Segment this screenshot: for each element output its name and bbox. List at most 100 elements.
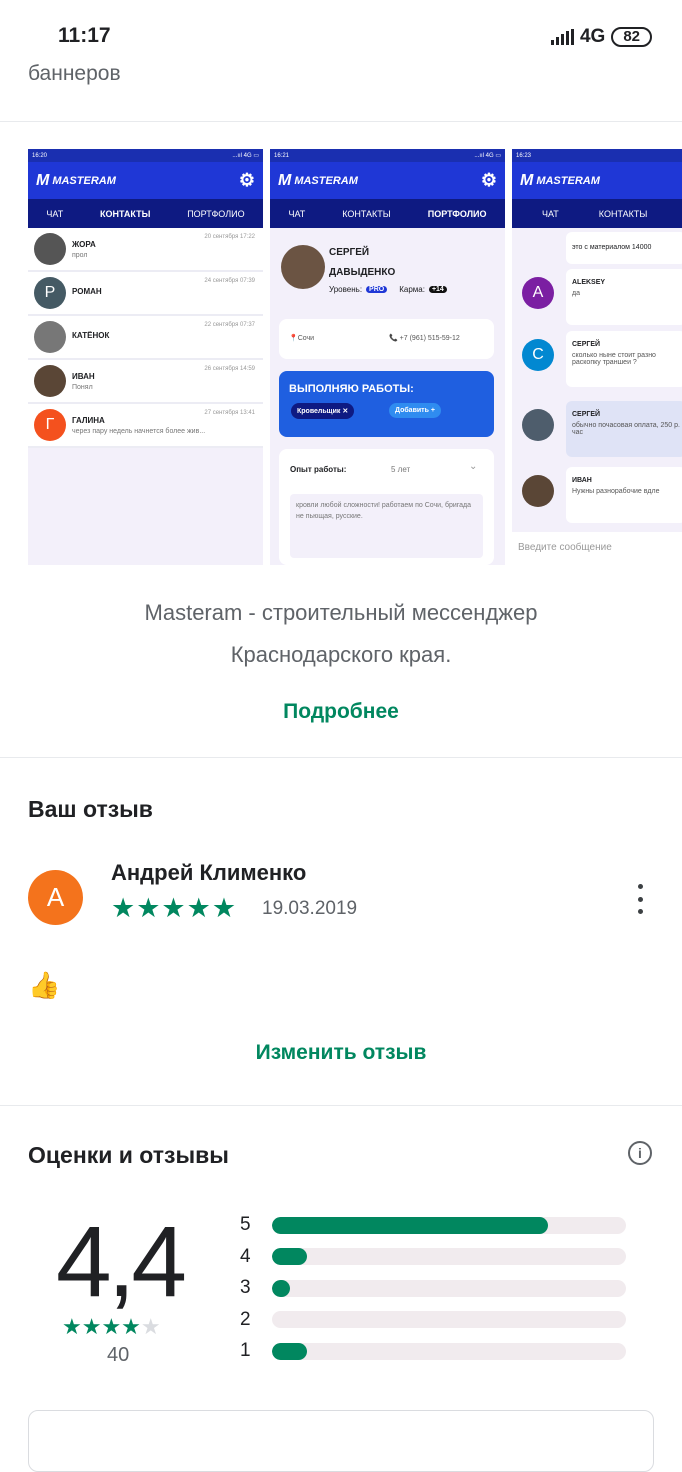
profile-level: Уровень: PRO Карма: +14 (329, 285, 447, 294)
avatar (34, 321, 66, 353)
app-screenshot-3[interactable]: 16:23 M MASTERAM ЧАТ КОНТАКТЫ это с матер… (512, 149, 682, 565)
contact-date: 20 сентября 17:22 (204, 234, 255, 240)
profile-surname: ДАВЫДЕНКО (329, 267, 396, 278)
your-review-title: Ваш отзыв (28, 796, 153, 822)
more-vert-icon[interactable] (630, 884, 650, 914)
tab-chat: ЧАТ (288, 208, 306, 219)
sender-name: ALEKSEY (572, 279, 606, 286)
tab-portfolio: ПОРТФОЛИО (187, 208, 245, 219)
bar-track (272, 1311, 626, 1328)
review-card[interactable] (28, 1410, 654, 1472)
battery-icon: 82 (611, 27, 652, 47)
tab-contacts: КОНТАКТЫ (342, 208, 391, 219)
bar-track (272, 1248, 626, 1265)
divider (0, 121, 682, 122)
rating-bar-row: 4 (240, 1246, 626, 1268)
review-date: 19.03.2019 (262, 898, 358, 919)
tab-portfolio: ПОРТФОЛИО (427, 208, 487, 219)
contact-message: прол (72, 251, 88, 259)
masteram-logo: M MASTERAM (520, 171, 600, 189)
masteram-logo: M MASTERAM (36, 171, 116, 189)
avatar: А (28, 870, 83, 925)
phone-icon: 📞 +7 (961) 515-59-12 (389, 335, 460, 342)
bar-label: 1 (240, 1340, 251, 1361)
contact-name: ГАЛИНА (72, 415, 105, 425)
contact-name: ИВАН (72, 371, 95, 381)
more-link[interactable]: Подробнее (0, 700, 682, 724)
ratings-count: 40 (107, 1344, 130, 1366)
chat-message: ALEKSEY да (566, 269, 682, 325)
contact-row: Р РОМАН 24 сентября 07:39 (28, 272, 263, 316)
add-work-button: Добавить + (389, 403, 441, 418)
contact-name: ЖОРА (72, 239, 96, 249)
bar-label: 3 (240, 1277, 251, 1298)
rating-bar-row: 5 (240, 1214, 626, 1236)
contact-date: 26 сентября 14:59 (204, 366, 255, 372)
contact-message: через пару недель начнется более жив... (72, 427, 206, 435)
review-stars: ★★★★★ (111, 893, 238, 923)
bar-track (272, 1279, 626, 1297)
tab-contacts: КОНТАКТЫ (99, 208, 151, 219)
bar-label: 5 (240, 1214, 251, 1235)
chat-message: СЕРГЕЙ сколько ныне стоит разно раскопку … (566, 331, 682, 387)
app-description: Masteram - строительный мессенджер Красн… (144, 600, 538, 667)
chat-message: это с материалом 14000 (566, 232, 682, 264)
bar-fill (272, 1248, 308, 1265)
message-text: Нужны разнорабочие вдле (572, 488, 660, 495)
contact-date: 22 сентября 07:37 (204, 322, 255, 328)
avatar (34, 233, 66, 265)
avatar (522, 409, 554, 441)
rating-bar-row: 3 (240, 1277, 626, 1299)
bar-label: 4 (240, 1245, 251, 1267)
ratings-title: Оценки и отзывы (28, 1142, 229, 1168)
contact-row: КАТЁНОК 22 сентября 07:37 (28, 316, 263, 360)
network-type: 4G (579, 26, 606, 47)
profile-avatar (281, 245, 325, 289)
rating-stars: ★★★★★ (62, 1314, 161, 1339)
divider (0, 757, 682, 758)
message-text: сколько ныне стоит разно раскопку транше… (572, 352, 656, 366)
message-text: да (572, 290, 580, 297)
review-author: Андрей Клименко (111, 860, 307, 885)
bar-label: 2 (240, 1308, 251, 1330)
contact-name: КАТЁНОК (72, 331, 110, 340)
edit-review-button[interactable]: Изменить отзыв (0, 1041, 682, 1065)
bar-track (272, 1342, 626, 1360)
chat-message: СЕРГЕЙ обычно почасовая оплата, 250 р. ча… (566, 401, 682, 457)
sender-name: ИВАН (572, 477, 592, 484)
contact-list: ЖОРА прол 20 сентября 17:22 Р РОМАН 24 сентяб… (28, 228, 263, 448)
tab-chat: ЧАТ (46, 208, 64, 219)
status-indicators: 4G 82 (550, 26, 652, 48)
chevron-down-icon: ⌄ (469, 461, 478, 472)
avatar: A (522, 277, 554, 309)
signal-icon (550, 29, 574, 45)
contact-card: 📍Сочи 📞 +7 (961) 515-59-12 (279, 319, 494, 359)
message-text: обычно почасовая оплата, 250 р. час (572, 422, 680, 436)
bar-fill (272, 1216, 549, 1234)
profile-name: СЕРГЕЙ (329, 247, 370, 258)
rating-bar-row: 1 (240, 1340, 626, 1362)
truncated-text: баннеров (28, 62, 121, 85)
contact-row: ИВАН Понял 26 сентября 14:59 (28, 360, 263, 404)
sender-name: СЕРГЕЙ (572, 341, 601, 348)
tab-contacts: КОНТАКТЫ (598, 208, 648, 219)
contact-date: 24 сентября 07:39 (204, 278, 255, 284)
contact-row: Г ГАЛИНА через пару недель начнется более … (28, 404, 263, 448)
bar-fill (272, 1279, 290, 1297)
info-icon[interactable]: i (628, 1141, 652, 1165)
tab-chat: ЧАТ (542, 208, 559, 219)
status-time: 11:17 (58, 24, 111, 47)
message-input: Введите сообщение (512, 532, 682, 565)
divider (0, 1105, 682, 1106)
avatar (522, 475, 554, 507)
work-chip: Кровельщик ✕ (291, 403, 355, 419)
contact-date: 27 сентября 13:41 (204, 410, 255, 416)
app-screenshot-1[interactable]: 16:20 ...ııl 4G ▭ M MASTERAM ⚙ ЧАТ КОНТАКТ… (28, 149, 263, 565)
avatar (34, 365, 66, 397)
works-card: ВЫПОЛНЯЮ РАБОТЫ: Кровельщик ✕ Добавить + (279, 371, 494, 437)
app-screenshot-2[interactable]: 16:21 ...ııl 4G ▭ M MASTERAM ⚙ ЧАТ КОНТАКТ… (270, 149, 505, 565)
pin-icon: 📍Сочи (289, 335, 315, 342)
review-body: 👍 (28, 970, 61, 1000)
gear-icon: ⚙ (238, 170, 255, 190)
average-rating: 4,4 (56, 1206, 187, 1318)
